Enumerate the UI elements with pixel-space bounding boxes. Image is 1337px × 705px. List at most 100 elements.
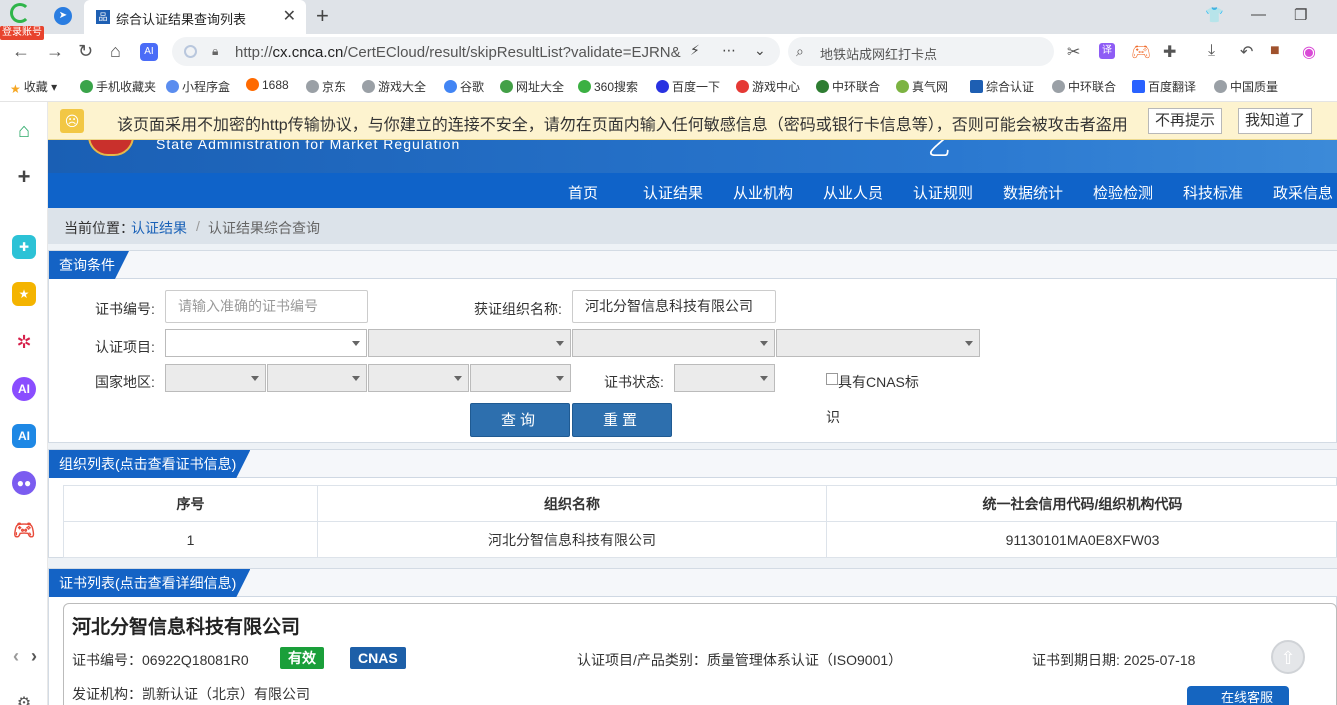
reset-button[interactable]: 重置 xyxy=(572,403,672,437)
status-select[interactable] xyxy=(674,364,775,392)
undo-icon[interactable]: ↶ xyxy=(1240,42,1253,62)
region-select-1[interactable] xyxy=(165,364,266,392)
nav-cert-results[interactable]: 认证结果 xyxy=(643,182,703,203)
region-select-2[interactable] xyxy=(267,364,367,392)
cert-issuer: 发证机构：凯新认证（北京）有限公司 xyxy=(72,686,310,702)
project-subselect-2[interactable] xyxy=(572,329,775,357)
game-icon[interactable]: 🎮︎ xyxy=(12,518,36,542)
scroll-top-icon[interactable]: ⇧ xyxy=(1271,640,1305,674)
org-name-input[interactable]: 河北分智信息科技有限公司 xyxy=(572,290,776,323)
apps-icon[interactable]: ✚ xyxy=(12,235,36,259)
reload-icon[interactable]: ↻ xyxy=(78,41,93,62)
acknowledge-warning-button[interactable]: 我知道了 xyxy=(1238,108,1313,134)
bookmark-item[interactable]: 游戏大全 xyxy=(362,78,426,95)
project-select[interactable] xyxy=(165,329,367,357)
bookmark-favorites[interactable]: ★ 收藏 ▾ xyxy=(10,78,57,96)
column-header: 组织名称 xyxy=(317,485,827,522)
region-select-3[interactable] xyxy=(368,364,469,392)
insecure-icon[interactable]: 🔒︎ xyxy=(212,44,218,59)
nav-inspection[interactable]: 检验检测 xyxy=(1093,182,1153,203)
pinned-tab-icon[interactable]: ➤ xyxy=(54,7,72,25)
chevron-down-icon[interactable]: ⌄ xyxy=(754,42,766,59)
home-icon[interactable]: ⌂ xyxy=(110,41,121,62)
project-subselect-1[interactable] xyxy=(368,329,571,357)
cnas-checkbox[interactable] xyxy=(826,373,838,385)
browser-tabbar: 登录账号 ➤ 品 综合认证结果查询列表 ✕ + 👕 — ❐ xyxy=(0,0,1337,40)
nav-standards[interactable]: 科技标准 xyxy=(1183,182,1243,203)
star-icon[interactable]: ★ xyxy=(12,282,36,306)
site-info-icon[interactable] xyxy=(184,45,197,58)
cert-org-name[interactable]: 河北分智信息科技有限公司 xyxy=(72,612,300,639)
bookmark-item[interactable]: 中环联合 xyxy=(1052,78,1116,95)
bookmark-item[interactable]: 小程序盒 xyxy=(166,78,230,95)
login-badge[interactable]: 登录账号 xyxy=(0,26,44,40)
ai-icon[interactable]: AI xyxy=(12,377,36,401)
download-icon[interactable]: ⤓ xyxy=(1208,42,1215,60)
ai-assistant-icon[interactable]: AI xyxy=(140,43,158,61)
bookmark-item[interactable]: 360搜索 xyxy=(578,78,638,95)
project-subselect-3[interactable] xyxy=(776,329,980,357)
network-icon[interactable]: ✲ xyxy=(12,330,36,354)
region-label: 国家地区: xyxy=(95,374,155,390)
restore-button[interactable]: ❐ xyxy=(1294,6,1307,24)
online-service-button[interactable]: 在线客服 xyxy=(1187,686,1289,705)
briefcase-icon[interactable]: ■ xyxy=(1270,42,1280,60)
ai-writing-icon[interactable]: AI xyxy=(12,424,36,448)
tab-title: 综合认证结果查询列表 xyxy=(116,12,247,27)
search-suggestion[interactable]: 地铁站成网红打卡点 xyxy=(820,44,937,63)
row-org-name[interactable]: 河北分智信息科技有限公司 xyxy=(317,521,827,558)
nav-cert-rules[interactable]: 认证规则 xyxy=(913,182,973,203)
back-icon[interactable]: ← xyxy=(12,41,30,62)
table-row[interactable]: 1 河北分智信息科技有限公司 91130101MA0E8XFW03 xyxy=(63,521,1337,558)
bookmark-item[interactable]: 京东 xyxy=(306,78,346,95)
bookmark-item[interactable]: 综合认证 xyxy=(970,78,1034,95)
nav-practitioners[interactable]: 从业人员 xyxy=(823,182,883,203)
bookmark-item[interactable]: 网址大全 xyxy=(500,78,564,95)
cert-card[interactable]: 河北分智信息科技有限公司 证书编号：06922Q18081R0 有效 CNAS … xyxy=(63,603,1337,705)
nav-procurement[interactable]: 政采信息 xyxy=(1273,182,1333,203)
bookmark-item[interactable]: 中国质量 xyxy=(1214,78,1278,95)
search-box[interactable]: ⌕ 地铁站成网红打卡点 xyxy=(788,37,1054,66)
breadcrumb-link[interactable]: 认证结果 xyxy=(131,218,187,238)
translate-icon[interactable]: 译 xyxy=(1099,43,1115,59)
bookmark-item[interactable]: 1688 xyxy=(246,78,289,92)
bookmark-item[interactable]: 手机收藏夹 xyxy=(80,78,156,95)
minimize-button[interactable]: — xyxy=(1251,6,1266,23)
nav-institutions[interactable]: 从业机构 xyxy=(733,182,793,203)
url-bar[interactable]: 🔒︎ http://cx.cnca.cn/CertECloud/result/s… xyxy=(172,37,780,66)
cert-project: 认证项目/产品类别：质量管理体系认证（ISO9001） xyxy=(577,652,903,668)
lightning-icon[interactable]: ⚡ xyxy=(690,42,700,59)
bookmark-item[interactable]: 游戏中心 xyxy=(736,78,800,95)
nav-statistics[interactable]: 数据统计 xyxy=(1003,182,1063,203)
cert-no-label: 证书编号: xyxy=(95,301,155,317)
scissors-icon[interactable]: ✂ xyxy=(1067,42,1080,62)
bookmark-item[interactable]: 百度一下 xyxy=(656,78,720,95)
dismiss-warning-button[interactable]: 不再提示 xyxy=(1148,108,1223,134)
bookmark-item[interactable]: 真气网 xyxy=(896,78,948,95)
expand-right-icon[interactable]: › xyxy=(22,644,46,668)
bookmark-item[interactable]: 百度翻译 xyxy=(1132,78,1196,95)
search-button[interactable]: 查询 xyxy=(470,403,570,437)
cert-no-input[interactable]: 请输入准确的证书编号 xyxy=(165,290,368,323)
extension-icon[interactable]: ✚ xyxy=(1163,42,1176,62)
forward-icon[interactable]: → xyxy=(46,41,64,62)
home-icon[interactable]: ⌂ xyxy=(12,119,36,143)
game-icon[interactable]: 🎮︎ xyxy=(1131,42,1151,62)
active-tab[interactable]: 品 综合认证结果查询列表 ✕ xyxy=(84,0,306,34)
ai-chat-icon[interactable]: ◉ xyxy=(1302,42,1316,62)
settings-icon[interactable]: ⚙ xyxy=(12,692,36,705)
chat-bot-icon[interactable]: ●● xyxy=(12,471,36,495)
more-icon[interactable]: ⋯ xyxy=(722,42,736,59)
tab-close-icon[interactable]: ✕ xyxy=(283,6,296,26)
chevron-down-icon xyxy=(965,341,973,346)
skin-icon[interactable]: 👕 xyxy=(1205,6,1224,24)
region-select-4[interactable] xyxy=(470,364,571,392)
bookmark-item[interactable]: 谷歌 xyxy=(444,78,484,95)
url-text[interactable]: http://cx.cnca.cn/CertECloud/result/skip… xyxy=(235,44,681,61)
bookmarks-bar: ★ 收藏 ▾ 手机收藏夹 小程序盒 1688 京东 游戏大全 谷歌 网址大全 36… xyxy=(0,70,1337,102)
banner-decoration-icon: 乙 xyxy=(928,140,951,160)
new-tab-button[interactable]: + xyxy=(316,3,329,29)
nav-home[interactable]: 首页 xyxy=(568,182,598,203)
add-icon[interactable]: + xyxy=(12,165,36,189)
bookmark-item[interactable]: 中环联合 xyxy=(816,78,880,95)
